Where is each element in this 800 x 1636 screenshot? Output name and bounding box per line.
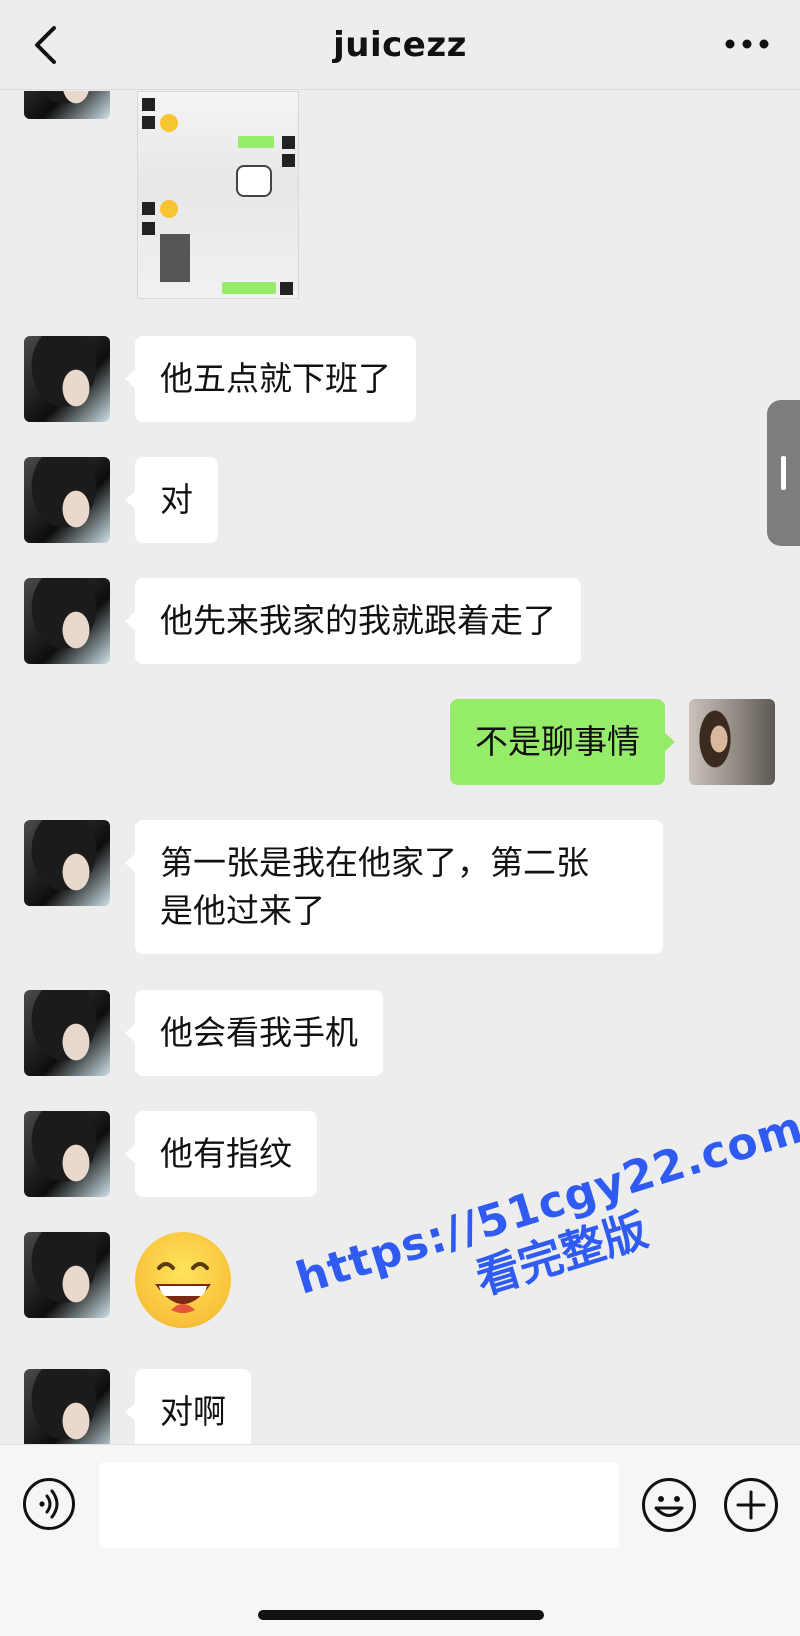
contact-avatar[interactable]: [24, 990, 110, 1076]
back-button[interactable]: [28, 22, 68, 68]
message-row: 他会看我手机: [0, 990, 800, 1076]
incoming-message-bubble[interactable]: 他会看我手机: [125, 990, 383, 1076]
message-input[interactable]: [99, 1462, 619, 1548]
contact-avatar[interactable]: [24, 820, 110, 906]
contact-avatar[interactable]: [24, 457, 110, 543]
grinning-face-emoji[interactable]: [135, 1232, 231, 1328]
message-row: 不是聊事情: [0, 699, 800, 785]
contact-avatar[interactable]: [24, 1232, 110, 1318]
chevron-left-icon: [35, 26, 56, 64]
chat-title: juicezz: [333, 24, 467, 65]
message-list[interactable]: 他五点就下班了 对 他先来我家的我就跟着走了 不是聊事情 第一张是我在他家了，第…: [0, 91, 800, 1444]
voice-button[interactable]: [22, 1477, 76, 1531]
incoming-message-bubble[interactable]: 他先来我家的我就跟着走了: [125, 578, 581, 664]
outgoing-message-bubble[interactable]: 不是聊事情: [450, 699, 675, 785]
message-row: 他有指纹: [0, 1111, 800, 1197]
contact-avatar[interactable]: [24, 336, 110, 422]
emoji-button[interactable]: [641, 1477, 697, 1533]
home-indicator: [258, 1610, 544, 1620]
plus-icon: [724, 1478, 778, 1532]
incoming-message-bubble[interactable]: 第一张是我在他家了，第二张 是他过来了: [125, 820, 663, 954]
shared-screenshot-image[interactable]: [137, 91, 299, 299]
incoming-message-bubble[interactable]: 他有指纹: [125, 1111, 317, 1197]
message-row: 对: [0, 457, 800, 543]
message-row: 他五点就下班了: [0, 336, 800, 422]
input-bar: [0, 1444, 800, 1636]
plus-button[interactable]: [723, 1477, 779, 1533]
side-drag-handle[interactable]: [767, 400, 800, 546]
message-row: [0, 1232, 800, 1328]
incoming-message-bubble[interactable]: 对啊: [125, 1369, 251, 1444]
contact-avatar[interactable]: [24, 1369, 110, 1444]
message-row: 对啊: [0, 1369, 800, 1444]
incoming-message-bubble[interactable]: 他五点就下班了: [125, 336, 416, 422]
contact-avatar[interactable]: [24, 1111, 110, 1197]
voice-icon: [23, 1478, 75, 1530]
incoming-message-bubble[interactable]: 对: [125, 457, 218, 543]
more-dots-icon: [725, 39, 769, 49]
more-button[interactable]: [722, 26, 772, 66]
my-avatar[interactable]: [689, 699, 775, 785]
chat-header: juicezz: [0, 0, 800, 90]
emoji-icon: [642, 1478, 696, 1532]
message-row: 第一张是我在他家了，第二张 是他过来了: [0, 820, 800, 954]
message-row: 他先来我家的我就跟着走了: [0, 578, 800, 664]
contact-avatar[interactable]: [24, 578, 110, 664]
message-row: [0, 91, 800, 299]
